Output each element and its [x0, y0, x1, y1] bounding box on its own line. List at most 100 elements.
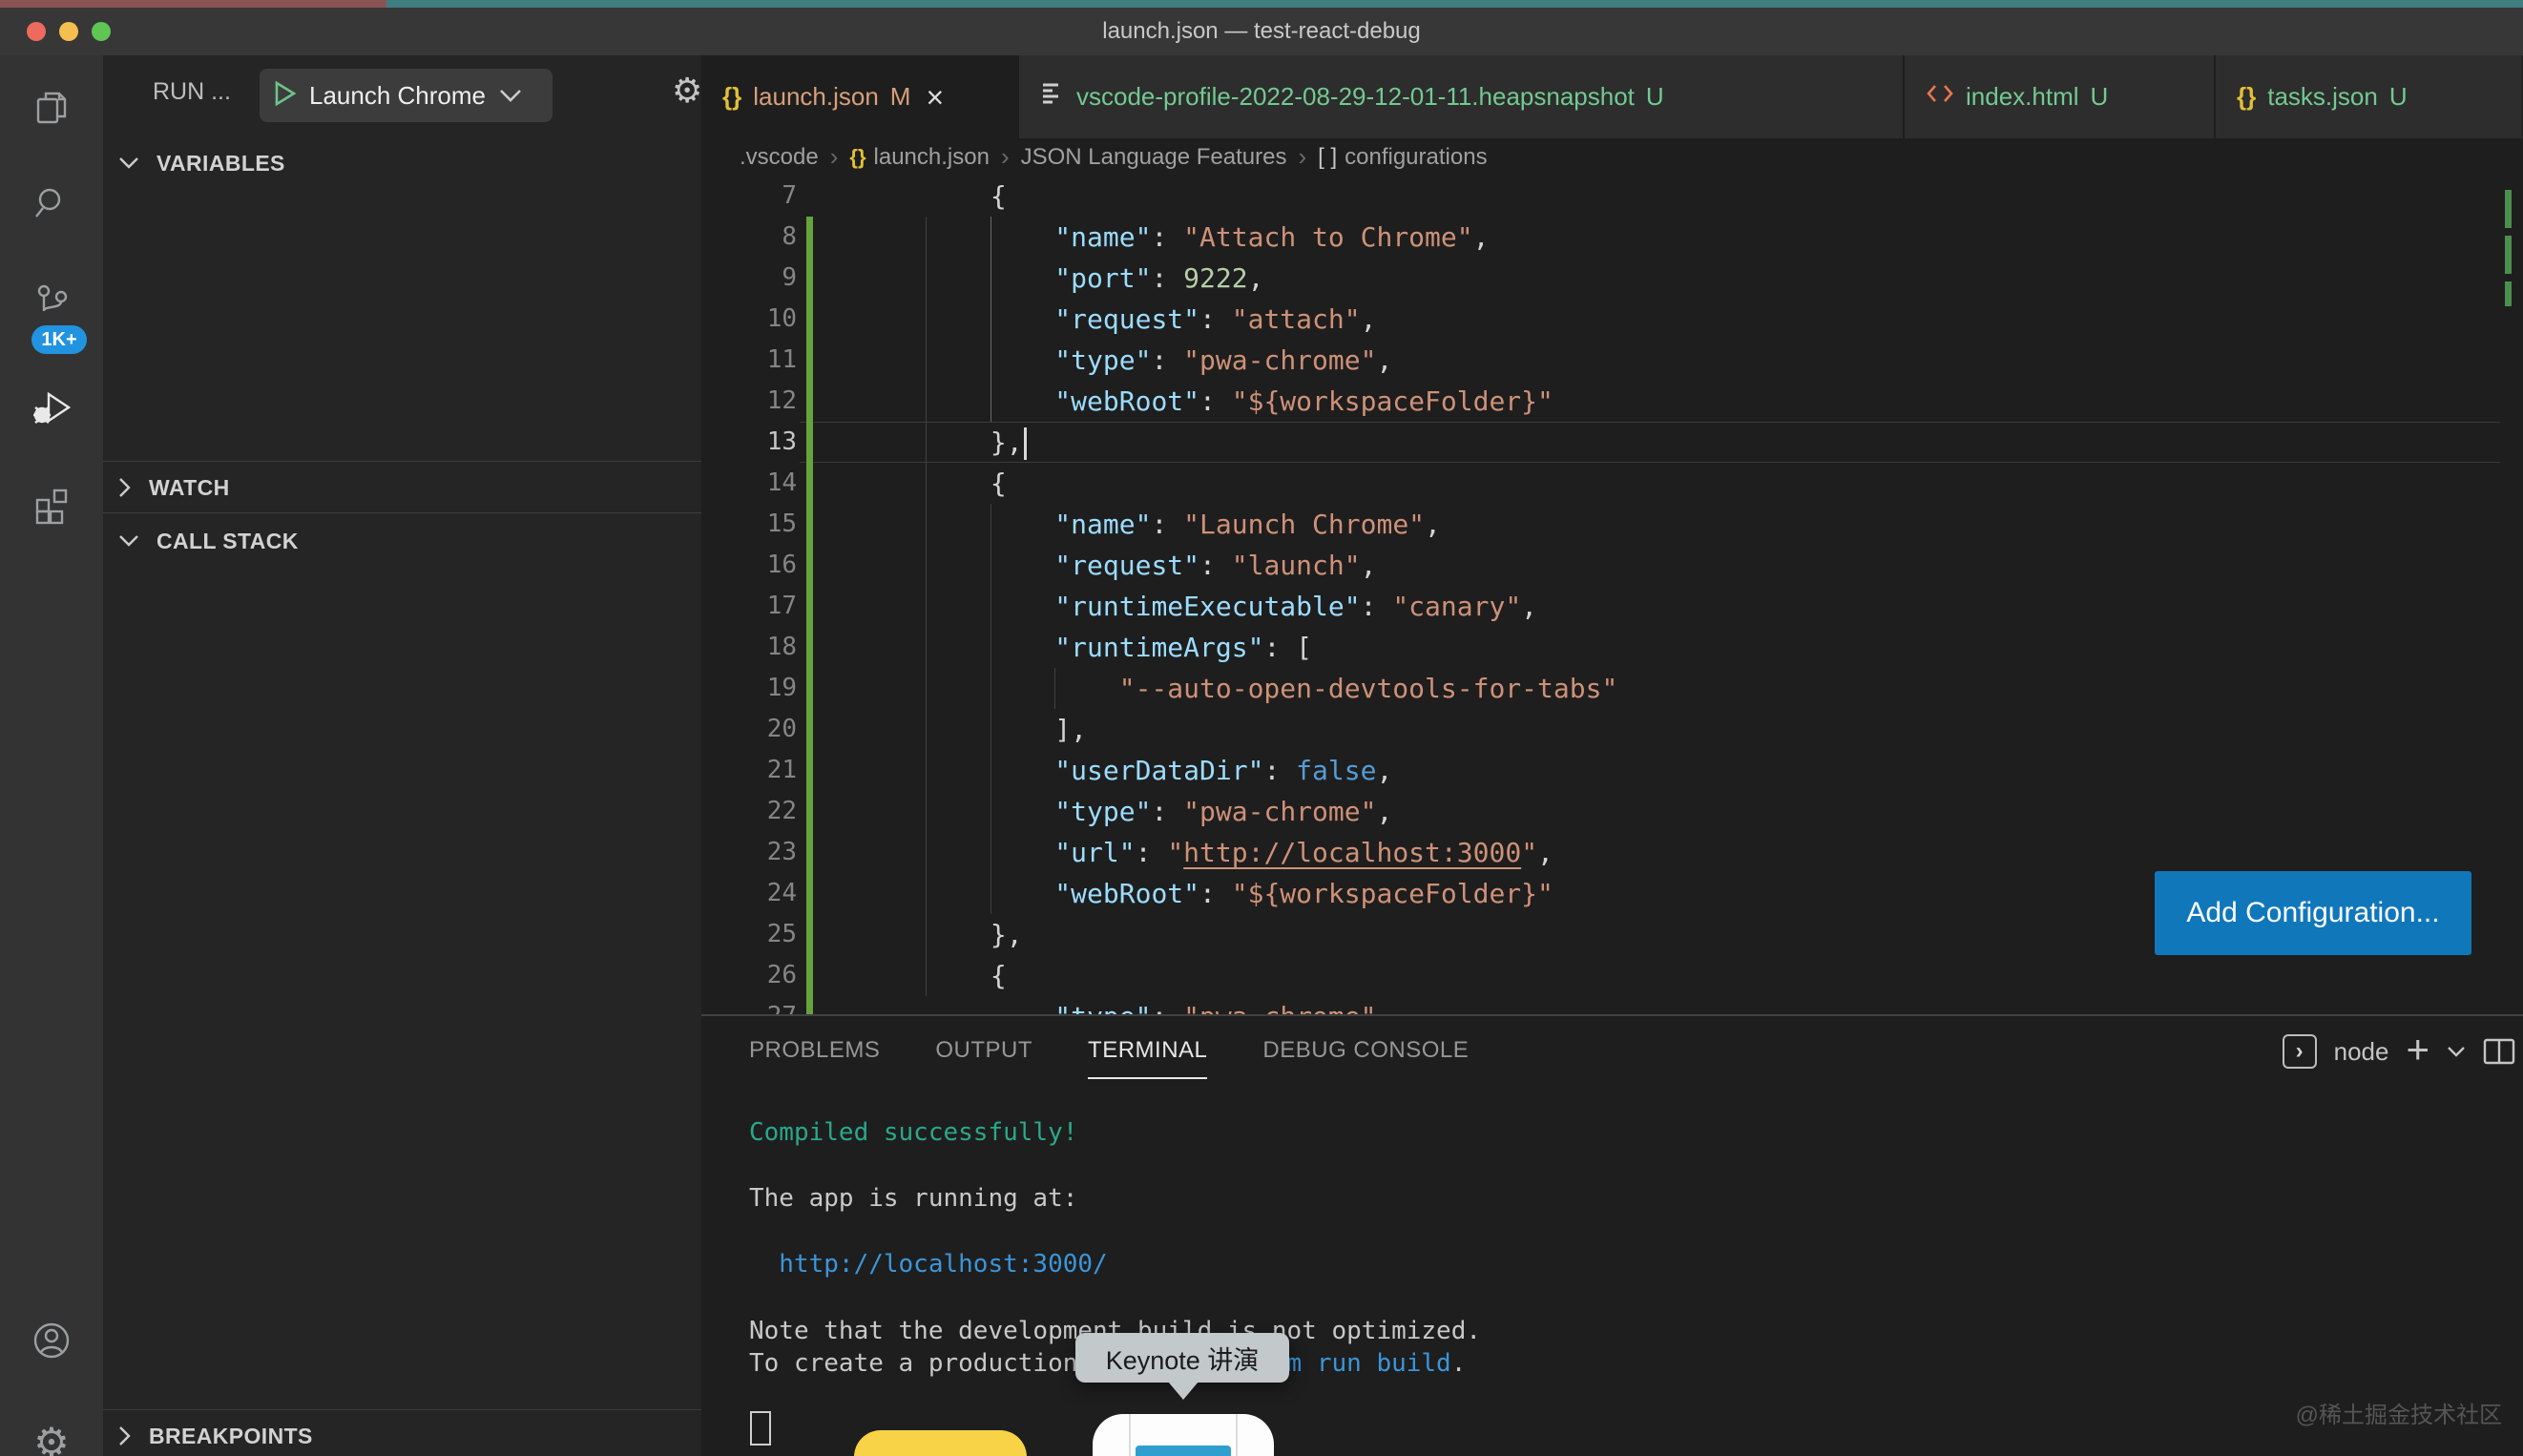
debug-settings-gear-icon[interactable]: ⚙: [672, 71, 702, 111]
source-control-badge: 1K+: [31, 325, 87, 354]
code-line[interactable]: 10 "request": "attach",: [701, 299, 2523, 340]
terminal-line: http://localhost:3000/: [749, 1248, 1481, 1281]
launch-config-dropdown[interactable]: Launch Chrome: [260, 69, 553, 122]
watermark: @稀土掘金技术社区: [2296, 1396, 2502, 1429]
code-line[interactable]: 18 "runtimeArgs": [: [701, 627, 2523, 668]
dock-tooltip: Keynote 讲演: [1075, 1333, 1289, 1383]
section-label: VARIABLES: [156, 151, 285, 177]
dock-icon-yellow-app[interactable]: [854, 1430, 1027, 1456]
keynote-icon-detail: [1236, 1414, 1238, 1456]
terminal-line: Compiled successfully!: [749, 1116, 1481, 1150]
chevron-right-icon: [118, 477, 132, 498]
code-line[interactable]: 21 "userDataDir": false,: [701, 750, 2523, 791]
chevron-right-icon: ›: [1298, 142, 1306, 172]
code-line[interactable]: 8 "name": "Attach to Chrome",: [701, 217, 2523, 258]
breadcrumb-item[interactable]: JSON Language Features: [1021, 144, 1287, 171]
tab-tasks-json[interactable]: {} tasks.json U: [2216, 55, 2521, 138]
tab-launch-json[interactable]: {} launch.json M ×: [701, 55, 1019, 138]
editor-area: {} launch.json M × vscode-profile-2022-0…: [701, 55, 2523, 1456]
section-call-stack[interactable]: CALL STACK: [103, 515, 701, 567]
add-configuration-button[interactable]: Add Configuration...: [2155, 871, 2471, 955]
code-line[interactable]: 9 "port": 9222,: [701, 258, 2523, 299]
overview-ruler-mark: [2505, 190, 2512, 228]
activity-account[interactable]: [0, 1304, 103, 1381]
panel-tab-debug-console[interactable]: DEBUG CONSOLE: [1262, 1037, 1469, 1079]
chevron-down-icon: [499, 89, 522, 102]
terminal-line: The app is running at:: [749, 1182, 1481, 1216]
tab-label: index.html: [1966, 82, 2079, 112]
code-line[interactable]: 12 "webRoot": "${workspaceFolder}": [701, 381, 2523, 422]
activity-settings[interactable]: ⚙: [0, 1404, 103, 1456]
code-line[interactable]: 26 {: [701, 955, 2523, 996]
gutter-modified-indicator: [806, 791, 813, 832]
activity-search[interactable]: [0, 167, 103, 243]
activity-explorer[interactable]: [0, 72, 103, 148]
gutter-modified-indicator: [806, 463, 813, 504]
account-icon: [31, 1320, 73, 1366]
dock-icon-keynote[interactable]: [1093, 1414, 1274, 1456]
breadcrumb[interactable]: .vscode › {} launch.json › JSON Language…: [701, 138, 2523, 176]
terminal-actions: › node +: [2283, 1033, 2515, 1070]
activity-run-debug[interactable]: [0, 372, 103, 448]
breadcrumb-item[interactable]: launch.json: [874, 144, 990, 171]
chevron-right-icon: ›: [830, 142, 839, 172]
code-line[interactable]: 16 "request": "launch",: [701, 545, 2523, 586]
gutter-modified-indicator: [806, 709, 813, 750]
tab-label: launch.json: [753, 82, 879, 112]
gutter-modified-indicator: [806, 668, 813, 709]
tab-index-html[interactable]: index.html U: [1905, 55, 2216, 138]
html-icon: [1926, 82, 1954, 112]
panel-tab-bar: PROBLEMS OUTPUT TERMINAL DEBUG CONSOLE: [749, 1037, 1469, 1079]
code-line[interactable]: 19 "--auto-open-devtools-for-tabs": [701, 668, 2523, 709]
chevron-right-icon: ›: [1001, 142, 1010, 172]
new-terminal-icon[interactable]: +: [2406, 1030, 2429, 1070]
activity-extensions[interactable]: [0, 469, 103, 546]
code-line[interactable]: 17 "runtimeExecutable": "canary",: [701, 586, 2523, 627]
gutter-modified-indicator: [806, 955, 813, 996]
code-line[interactable]: 15 "name": "Launch Chrome",: [701, 504, 2523, 545]
section-breakpoints[interactable]: BREAKPOINTS: [103, 1410, 701, 1456]
gutter-modified-indicator: [806, 832, 813, 873]
section-variables[interactable]: VARIABLES: [103, 137, 701, 189]
heapsnapshot-icon: [1040, 81, 1065, 113]
gutter-modified-indicator: [806, 873, 813, 914]
gutter-modified-indicator: [806, 299, 813, 340]
text-cursor: [1024, 427, 1027, 460]
code-line[interactable]: 20 ],: [701, 709, 2523, 750]
close-icon[interactable]: ×: [926, 82, 944, 113]
code-line[interactable]: 7 {: [701, 176, 2523, 217]
keynote-icon-detail: [1129, 1414, 1131, 1456]
code-line[interactable]: 23 "url": "http://localhost:3000",: [701, 832, 2523, 873]
section-label: CALL STACK: [156, 529, 299, 554]
breadcrumb-item[interactable]: configurations: [1345, 144, 1487, 171]
tab-label: vscode-profile-2022-08-29-12-01-11.heaps…: [1076, 82, 1635, 112]
gutter-modified-indicator: [806, 504, 813, 545]
json-icon: {}: [2237, 82, 2256, 112]
background-strip-right: [386, 0, 2523, 8]
split-terminal-icon[interactable]: [2483, 1037, 2515, 1066]
code-line[interactable]: 13 },: [701, 422, 2523, 463]
code-editor[interactable]: 7 {8 "name": "Attach to Chrome",9 "port"…: [701, 176, 2523, 1014]
start-debug-icon[interactable]: [273, 80, 298, 112]
tab-label: tasks.json: [2267, 82, 2378, 112]
chevron-down-icon[interactable]: [2447, 1046, 2466, 1057]
breadcrumb-item[interactable]: .vscode: [740, 144, 819, 171]
gutter-modified-indicator: [806, 750, 813, 791]
vscode-window: launch.json — test-react-debug 1K+ ⚙ RUN…: [0, 0, 2523, 1456]
editor-tab-bar: {} launch.json M × vscode-profile-2022-0…: [701, 55, 2523, 138]
code-line[interactable]: 22 "type": "pwa-chrome",: [701, 791, 2523, 832]
dock-tooltip-arrow: [1168, 1382, 1199, 1400]
panel-tab-terminal[interactable]: TERMINAL: [1088, 1037, 1207, 1079]
background-strip-left: [0, 0, 386, 8]
panel-tab-problems[interactable]: PROBLEMS: [749, 1037, 880, 1079]
section-watch[interactable]: WATCH: [103, 462, 701, 513]
panel-tab-output[interactable]: OUTPUT: [935, 1037, 1032, 1079]
chevron-down-icon: [118, 156, 139, 170]
section-label: BREAKPOINTS: [149, 1424, 313, 1449]
gutter-modified-indicator: [806, 340, 813, 381]
tab-heapsnapshot[interactable]: vscode-profile-2022-08-29-12-01-11.heaps…: [1019, 55, 1905, 138]
code-line[interactable]: 27 "type": "pwa-chrome": [701, 996, 2523, 1014]
chevron-right-icon: [118, 1425, 132, 1446]
code-line[interactable]: 11 "type": "pwa-chrome",: [701, 340, 2523, 381]
code-line[interactable]: 14 {: [701, 463, 2523, 504]
